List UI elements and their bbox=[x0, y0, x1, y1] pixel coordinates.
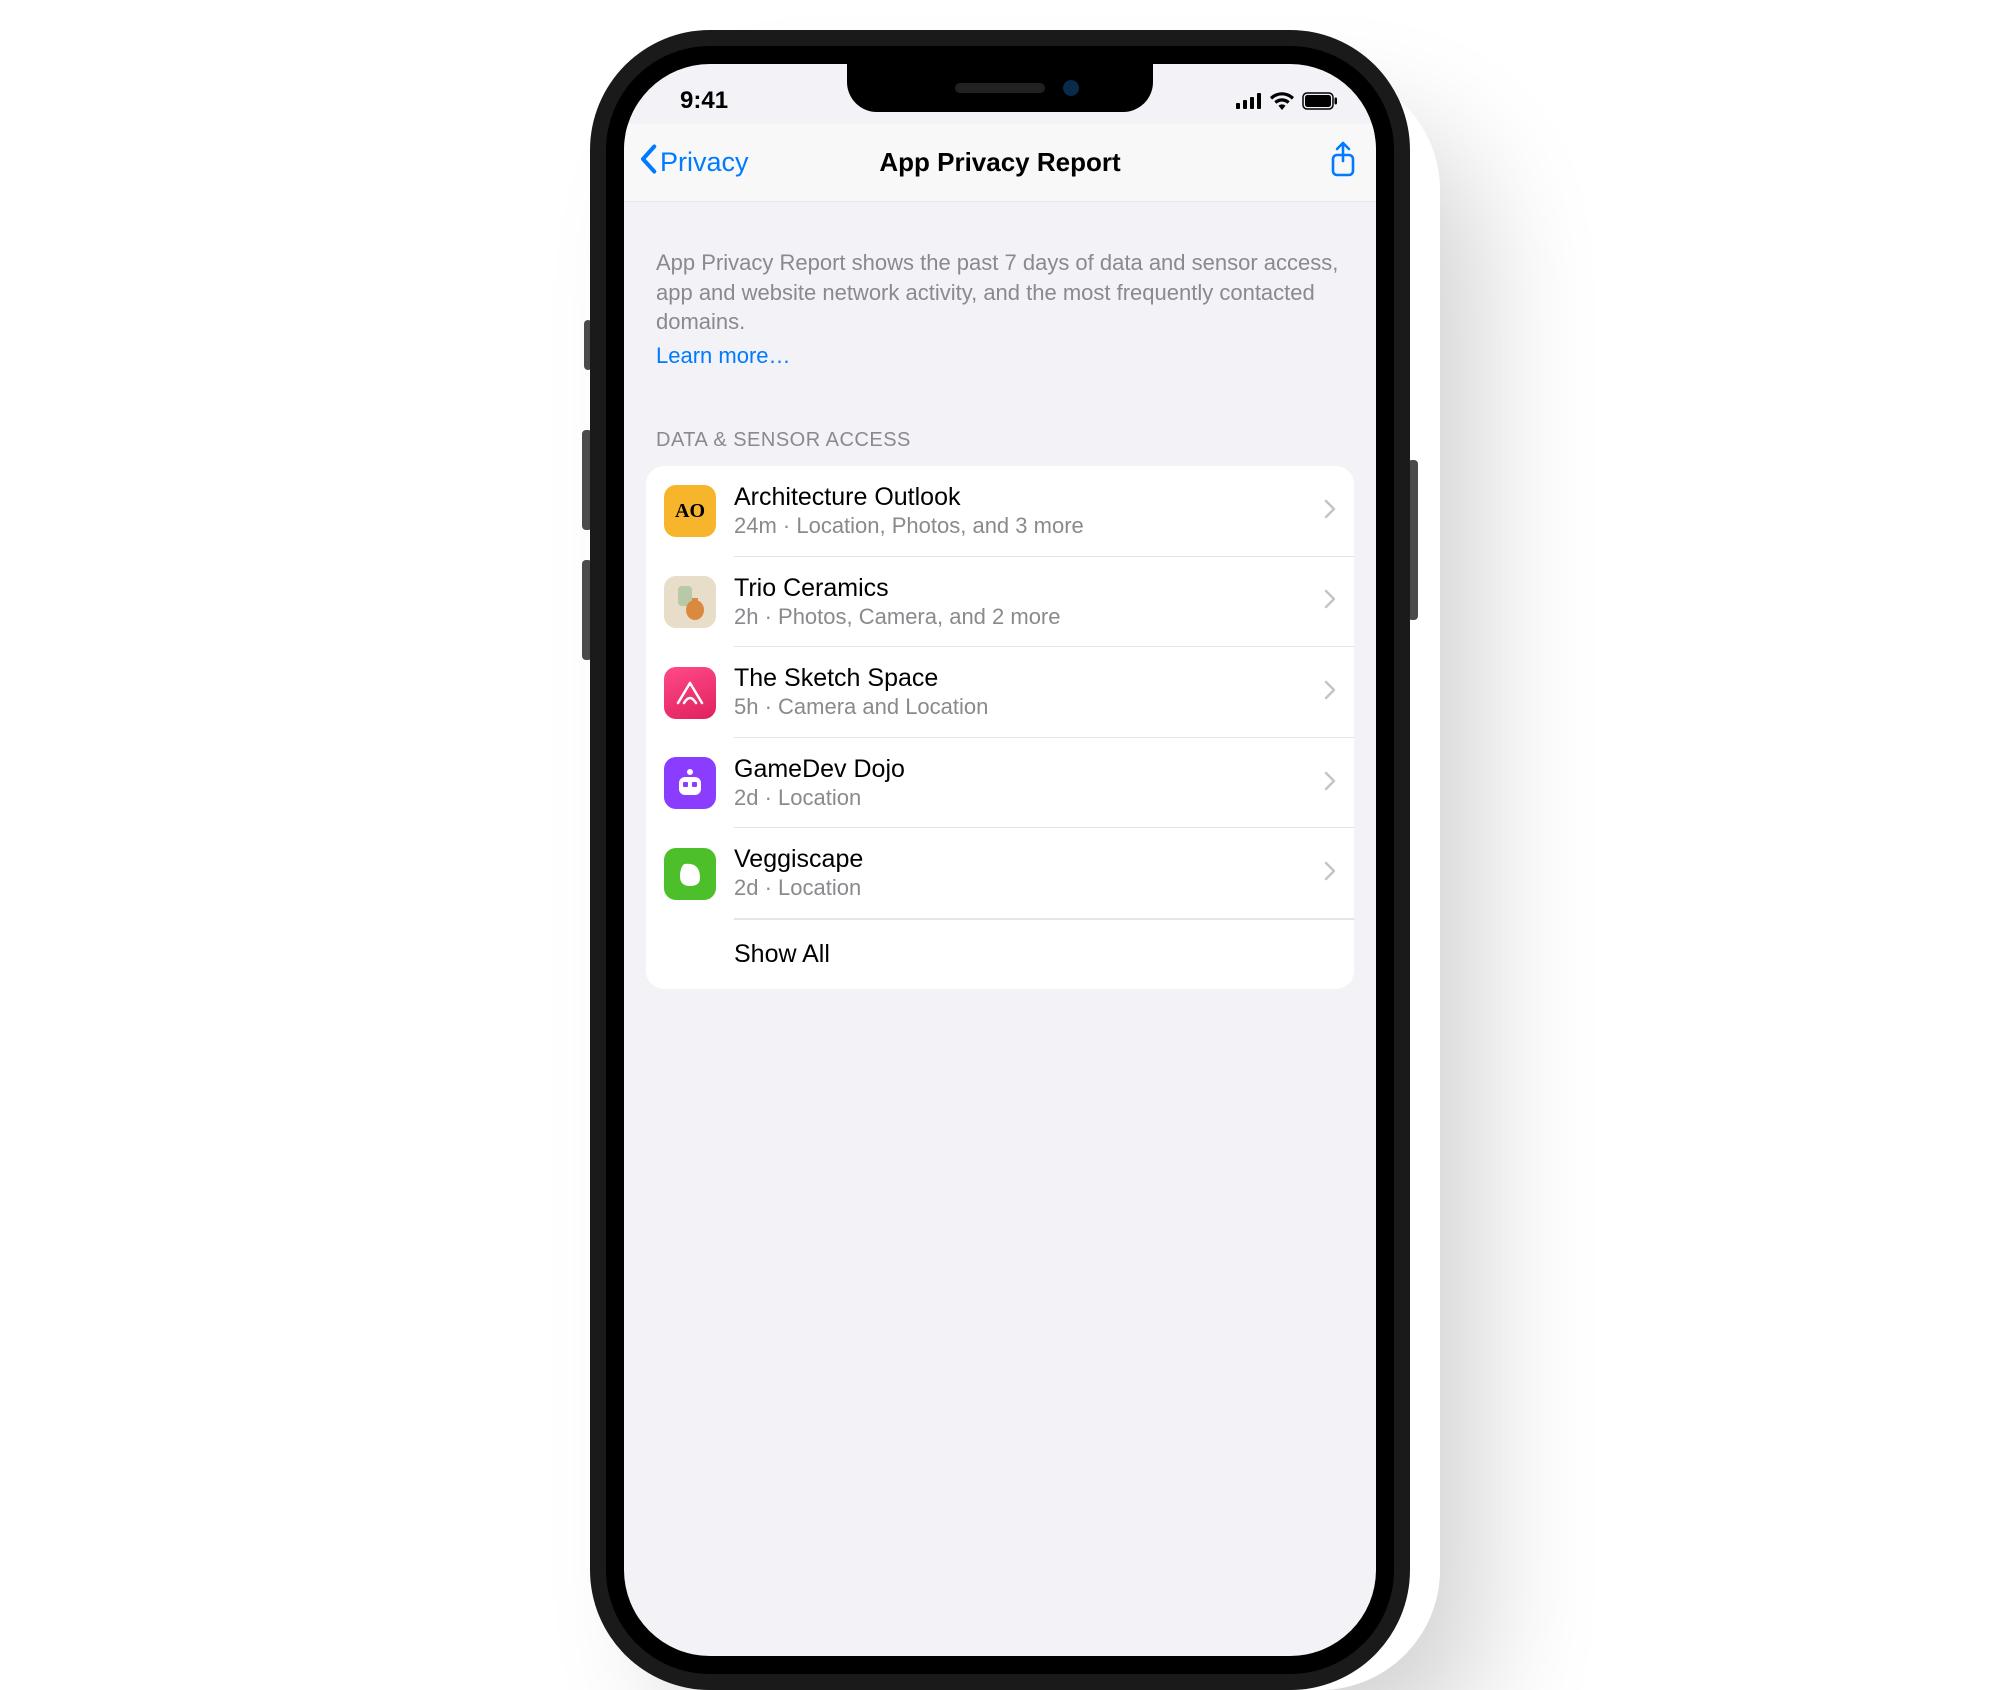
app-icon-the-sketch-space bbox=[664, 667, 716, 719]
chevron-right-icon bbox=[1324, 589, 1336, 614]
chevron-left-icon bbox=[638, 144, 658, 181]
app-access-summary: 24m · Location, Photos, and 3 more bbox=[734, 512, 1306, 541]
status-time: 9:41 bbox=[652, 87, 728, 115]
section-header-data-sensor: DATA & SENSOR ACCESS bbox=[624, 389, 1376, 466]
device-frame: 9:41 bbox=[590, 30, 1410, 1690]
app-row-trio-ceramics[interactable]: Trio Ceramics 2h · Photos, Camera, and 2… bbox=[646, 557, 1354, 648]
app-name: Veggiscape bbox=[734, 844, 1306, 874]
content-scroll-view[interactable]: App Privacy Report shows the past 7 days… bbox=[624, 202, 1376, 1656]
app-icon-gamedev-dojo bbox=[664, 757, 716, 809]
app-access-summary: 2d · Location bbox=[734, 784, 1306, 813]
battery-icon bbox=[1302, 92, 1338, 110]
app-access-summary: 2d · Location bbox=[734, 874, 1306, 903]
app-row-gamedev-dojo[interactable]: GameDev Dojo 2d · Location bbox=[646, 738, 1354, 829]
intro-section: App Privacy Report shows the past 7 days… bbox=[624, 202, 1376, 389]
app-name: Trio Ceramics bbox=[734, 573, 1306, 603]
app-name: GameDev Dojo bbox=[734, 754, 1306, 784]
wifi-icon bbox=[1270, 92, 1294, 110]
data-sensor-access-list: AO Architecture Outlook 24m · Location, … bbox=[646, 466, 1354, 989]
share-icon bbox=[1328, 141, 1358, 184]
intro-description: App Privacy Report shows the past 7 days… bbox=[656, 248, 1344, 337]
cellular-signal-icon bbox=[1236, 93, 1262, 109]
learn-more-link[interactable]: Learn more… bbox=[656, 343, 1344, 369]
notch bbox=[847, 64, 1153, 112]
front-camera bbox=[1063, 80, 1079, 96]
app-name: Architecture Outlook bbox=[734, 482, 1306, 512]
share-button[interactable] bbox=[1328, 124, 1358, 201]
navigation-bar: Privacy App Privacy Report bbox=[624, 124, 1376, 202]
app-access-summary: 2h · Photos, Camera, and 2 more bbox=[734, 603, 1306, 632]
app-icon-architecture-outlook: AO bbox=[664, 485, 716, 537]
back-button-label: Privacy bbox=[660, 147, 749, 178]
app-name: The Sketch Space bbox=[734, 663, 1306, 693]
chevron-right-icon bbox=[1324, 499, 1336, 524]
show-all-button[interactable]: Show All bbox=[646, 919, 1354, 989]
chevron-right-icon bbox=[1324, 680, 1336, 705]
app-row-architecture-outlook[interactable]: AO Architecture Outlook 24m · Location, … bbox=[646, 466, 1354, 557]
chevron-right-icon bbox=[1324, 771, 1336, 796]
app-icon-veggiscape bbox=[664, 848, 716, 900]
app-icon-trio-ceramics bbox=[664, 576, 716, 628]
page-title: App Privacy Report bbox=[879, 147, 1120, 178]
app-row-veggiscape[interactable]: Veggiscape 2d · Location bbox=[646, 828, 1354, 919]
earpiece-speaker bbox=[955, 83, 1045, 93]
app-access-summary: 5h · Camera and Location bbox=[734, 693, 1306, 722]
chevron-right-icon bbox=[1324, 861, 1336, 886]
app-row-the-sketch-space[interactable]: The Sketch Space 5h · Camera and Locatio… bbox=[646, 647, 1354, 738]
screen: 9:41 bbox=[624, 64, 1376, 1656]
show-all-label: Show All bbox=[664, 939, 830, 969]
back-button[interactable]: Privacy bbox=[638, 124, 749, 201]
